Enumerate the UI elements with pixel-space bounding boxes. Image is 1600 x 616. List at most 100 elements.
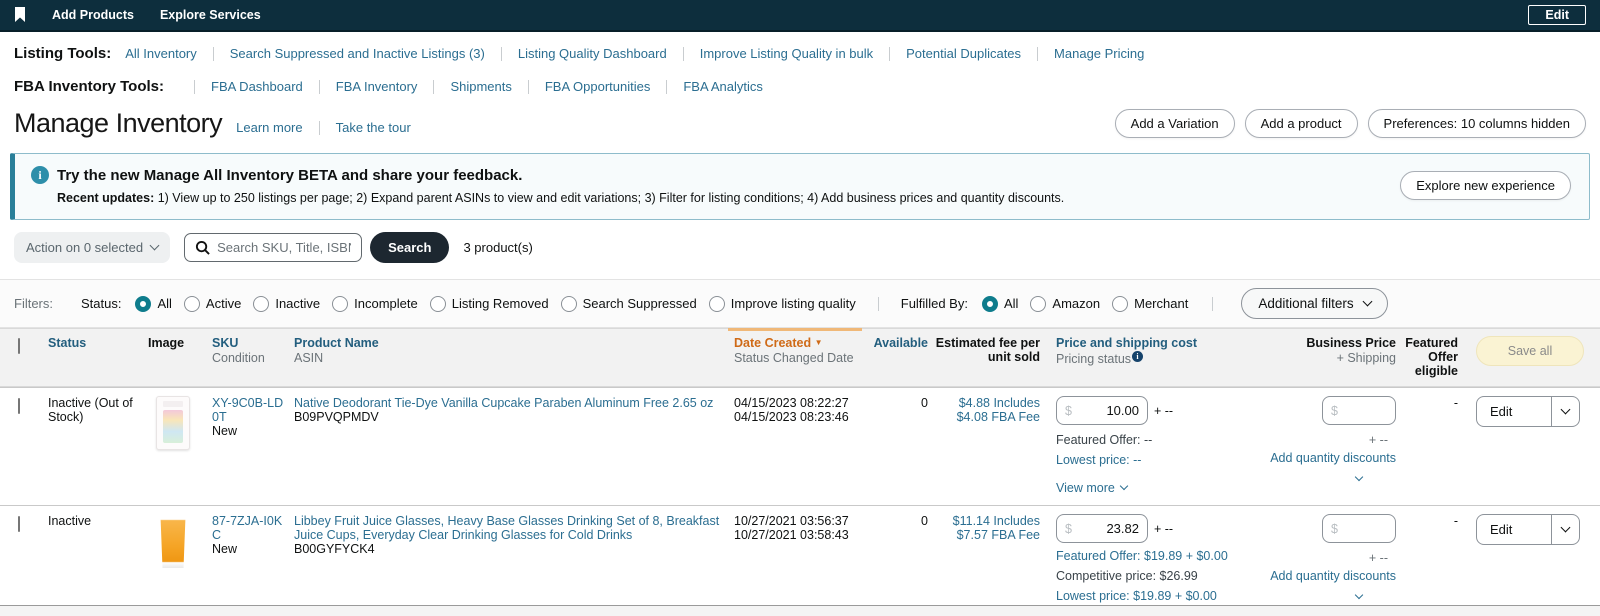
pricing-status-info-icon[interactable]: i: [1132, 351, 1144, 362]
radio-icon: [253, 295, 270, 312]
edit-button-label[interactable]: Edit: [1477, 397, 1551, 426]
product-image-juice-glass[interactable]: [160, 514, 186, 568]
col-condition: Condition: [212, 351, 265, 365]
divider: [318, 79, 320, 94]
price-input[interactable]: [1071, 403, 1139, 418]
save-all-button[interactable]: Save all: [1476, 336, 1584, 366]
lowest-price-link[interactable]: Lowest price: $19.89 + $0.00: [1056, 589, 1250, 603]
add-quantity-discounts-link[interactable]: Add quantity discounts: [1270, 451, 1396, 465]
business-price-input-box: $: [1322, 514, 1396, 543]
divider: [527, 79, 529, 94]
row-available: 0: [921, 514, 928, 528]
edit-button-label[interactable]: Edit: [1477, 515, 1551, 544]
banner-updates: Recent updates: 1) View up to 250 listin…: [31, 191, 1390, 205]
edit-split-button[interactable]: Edit: [1476, 396, 1580, 427]
lowest-price-link[interactable]: Lowest price: --: [1056, 453, 1250, 467]
status-radio-incomplete[interactable]: Incomplete: [332, 295, 418, 312]
price-input[interactable]: [1071, 521, 1139, 536]
link-fba-opportunities[interactable]: FBA Opportunities: [545, 79, 651, 94]
status-radio-listing-removed[interactable]: Listing Removed: [429, 295, 549, 312]
link-fba-dashboard[interactable]: FBA Dashboard: [211, 79, 303, 94]
status-radio-search-suppressed[interactable]: Search Suppressed: [560, 295, 697, 312]
col-product-name[interactable]: Product Name: [294, 336, 722, 350]
banner-updates-text: 1) View up to 250 listings per page; 2) …: [154, 191, 1065, 205]
edit-split-button[interactable]: Edit: [1476, 514, 1580, 545]
link-search-suppressed[interactable]: Search Suppressed and Inactive Listings …: [230, 46, 485, 61]
fulfilled-radio-merchant[interactable]: Merchant: [1112, 295, 1188, 312]
nav-add-products[interactable]: Add Products: [52, 8, 134, 22]
divider: [889, 46, 891, 61]
business-price-input[interactable]: [1337, 521, 1387, 536]
fulfilled-radio-all[interactable]: All: [981, 295, 1018, 312]
status-radio-active[interactable]: Active: [183, 295, 241, 312]
link-all-inventory[interactable]: All Inventory: [125, 46, 197, 61]
row-product-title[interactable]: Libbey Fruit Juice Glasses, Heavy Base G…: [294, 514, 722, 542]
col-date-created[interactable]: Date Created ▼: [734, 336, 872, 350]
col-status[interactable]: Status: [48, 336, 86, 350]
status-radio-inactive[interactable]: Inactive: [253, 295, 320, 312]
divider: [212, 46, 214, 61]
additional-filters-button[interactable]: Additional filters: [1241, 288, 1388, 319]
radio-label: Improve listing quality: [730, 296, 856, 311]
chevron-down-icon[interactable]: [1354, 472, 1364, 482]
sort-indicator-bar: [728, 328, 862, 331]
col-price-shipping[interactable]: Price and shipping cost: [1056, 336, 1250, 350]
search-input[interactable]: [217, 240, 352, 255]
explore-new-experience-button[interactable]: Explore new experience: [1400, 171, 1571, 200]
product-image-deodorant[interactable]: [156, 396, 190, 450]
row-sku[interactable]: 87-7ZJA-I0KC: [212, 514, 288, 542]
link-shipments[interactable]: Shipments: [450, 79, 511, 94]
featured-offer-link[interactable]: Featured Offer: $19.89 + $0.00: [1056, 549, 1250, 563]
divider: [318, 120, 320, 135]
col-sku[interactable]: SKU: [212, 336, 288, 350]
link-fba-analytics[interactable]: FBA Analytics: [683, 79, 762, 94]
take-the-tour-link[interactable]: Take the tour: [336, 120, 411, 135]
radio-selected-icon: [135, 295, 152, 312]
link-fba-inventory[interactable]: FBA Inventory: [336, 79, 418, 94]
fulfilled-radio-amazon[interactable]: Amazon: [1030, 295, 1101, 312]
radio-label: Incomplete: [354, 296, 418, 311]
radio-icon: [708, 295, 725, 312]
action-bar: Action on 0 selected Search 3 product(s): [0, 220, 1600, 275]
additional-filters-label: Additional filters: [1258, 296, 1354, 311]
add-product-button[interactable]: Add a product: [1244, 109, 1358, 138]
col-available[interactable]: Available: [874, 336, 928, 350]
add-quantity-discounts-link[interactable]: Add quantity discounts: [1270, 569, 1396, 583]
row-asin: B00GYFYCK4: [294, 542, 375, 556]
radio-label: Amazon: [1052, 296, 1101, 311]
row-checkbox[interactable]: [18, 398, 20, 414]
edit-dropdown-toggle[interactable]: [1551, 397, 1579, 426]
action-on-selected-dropdown[interactable]: Action on 0 selected: [14, 232, 171, 263]
divider: [682, 46, 684, 61]
link-listing-quality-dashboard[interactable]: Listing Quality Dashboard: [518, 46, 667, 61]
radio-icon: [429, 295, 446, 312]
select-all-checkbox[interactable]: [18, 338, 20, 354]
banner-title: Try the new Manage All Inventory BETA an…: [57, 166, 523, 184]
col-business-shipping: + Shipping: [1336, 351, 1396, 365]
view-more-link[interactable]: View more: [1056, 481, 1250, 495]
row-sku[interactable]: XY-9C0B-LD0T: [212, 396, 288, 424]
topbar-edit-button[interactable]: Edit: [1528, 5, 1586, 25]
fba-tools-row: FBA Inventory Tools: FBA Dashboard FBA I…: [0, 65, 1600, 98]
status-radio-improve-listing-quality[interactable]: Improve listing quality: [708, 295, 856, 312]
link-manage-pricing[interactable]: Manage Pricing: [1054, 46, 1144, 61]
link-potential-duplicates[interactable]: Potential Duplicates: [906, 46, 1021, 61]
link-improve-listing-quality[interactable]: Improve Listing Quality in bulk: [700, 46, 873, 61]
edit-dropdown-toggle[interactable]: [1551, 515, 1579, 544]
bookmark-icon[interactable]: [14, 7, 26, 23]
radio-icon: [332, 295, 349, 312]
row-status-changed: 10/27/2021 03:58:43: [734, 528, 849, 542]
action-dropdown-label: Action on 0 selected: [26, 240, 144, 255]
business-price-input[interactable]: [1337, 403, 1387, 418]
chevron-down-icon[interactable]: [1354, 590, 1364, 600]
col-status-changed: Status Changed Date: [734, 351, 854, 365]
row-checkbox[interactable]: [18, 516, 20, 532]
search-button[interactable]: Search: [370, 232, 450, 263]
row-condition: New: [212, 424, 238, 438]
status-radio-all[interactable]: All: [135, 295, 172, 312]
nav-explore-services[interactable]: Explore Services: [160, 8, 261, 22]
row-product-title[interactable]: Native Deodorant Tie-Dye Vanilla Cupcake…: [294, 396, 722, 410]
preferences-button[interactable]: Preferences: 10 columns hidden: [1367, 109, 1586, 138]
learn-more-link[interactable]: Learn more: [236, 120, 302, 135]
add-variation-button[interactable]: Add a Variation: [1114, 109, 1235, 138]
